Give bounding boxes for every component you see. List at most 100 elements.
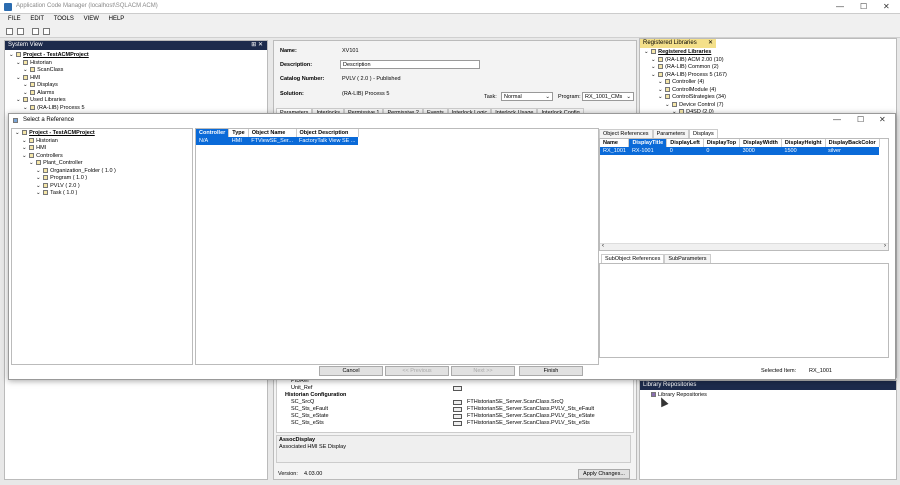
menu-view[interactable]: VIEW: [84, 16, 99, 22]
parameter-row[interactable]: SC_SrcQ FTHistorianSE_Server.ScanClass.Sr…: [277, 399, 633, 406]
dialog-maximize-button[interactable]: ☐: [857, 115, 864, 124]
tree-item[interactable]: ⌄ Organization_Folder ( 1.0 ): [15, 167, 189, 176]
expand-arrow-icon[interactable]: ⌄: [665, 102, 671, 108]
tree-item[interactable]: ⌄ Device Control (7): [644, 101, 892, 110]
tree-item[interactable]: ⌄ ScanClass: [9, 67, 263, 75]
expand-arrow-icon[interactable]: ⌄: [9, 52, 15, 58]
column-header[interactable]: Name: [600, 139, 630, 147]
table-row[interactable]: RX_1001 RX-1001 0 0 3000 1500 silver: [600, 147, 880, 155]
tab[interactable]: Object References: [599, 129, 653, 138]
column-header[interactable]: Object Description: [296, 129, 359, 137]
registered-libraries-tab[interactable]: Registered Libraries ✕: [640, 39, 716, 48]
dialog-minimize-button[interactable]: —: [833, 115, 841, 124]
column-header[interactable]: DisplayTitle: [628, 139, 668, 147]
expand-arrow-icon[interactable]: ⌄: [22, 145, 28, 151]
parameter-row[interactable]: SC_Sts_eFault FTHistorianSE_Server.ScanCl…: [277, 406, 633, 413]
expand-arrow-icon[interactable]: ⌄: [15, 130, 21, 136]
tree-item[interactable]: ⌄ ControlModule (4): [644, 86, 892, 95]
tree-item[interactable]: ⌄ (RA-LIB) ACM 2.00 (10): [644, 56, 892, 65]
column-header[interactable]: DisplayHeight: [781, 139, 826, 147]
expand-arrow-icon[interactable]: ⌄: [36, 175, 42, 181]
library-repositories-item[interactable]: Library Repositories: [640, 390, 896, 402]
tree-item[interactable]: ⌄ Registered Libraries: [644, 49, 892, 57]
next-button[interactable]: Next >>: [451, 366, 515, 376]
table-row[interactable]: N/A HMI FTViewSE_Ser... FactoryTalk View SE…: [196, 137, 359, 145]
tree-item[interactable]: ⌄ (RA-LIB) Common (2): [644, 64, 892, 72]
parameter-row[interactable]: Historian Configuration: [277, 392, 633, 399]
minimize-button[interactable]: —: [836, 2, 844, 11]
column-header[interactable]: DisplayWidth: [739, 139, 782, 147]
menu-help[interactable]: HELP: [109, 16, 125, 22]
tree-item[interactable]: ⌄ HMI: [9, 74, 263, 83]
column-header[interactable]: Object Name: [248, 129, 297, 137]
tree-item[interactable]: ⌄ Program ( 1.0 ): [15, 175, 189, 183]
browse-button[interactable]: [453, 400, 462, 405]
expand-arrow-icon[interactable]: ⌄: [651, 57, 657, 63]
tab[interactable]: SubParameters: [664, 254, 711, 263]
copy-icon[interactable]: [32, 28, 39, 35]
tree-item[interactable]: ⌄ Plant_Controller: [15, 160, 189, 168]
browse-button[interactable]: [453, 407, 462, 412]
paste-icon[interactable]: [43, 28, 50, 35]
tree-item[interactable]: ⌄ (RA-LIB) Process 5: [9, 104, 263, 113]
expand-arrow-icon[interactable]: ⌄: [23, 82, 29, 88]
column-header[interactable]: DisplayBackColor: [825, 139, 880, 147]
cancel-button[interactable]: Cancel: [319, 366, 383, 376]
expand-arrow-icon[interactable]: ⌄: [16, 75, 22, 81]
expand-arrow-icon[interactable]: ⌄: [658, 79, 664, 85]
browse-button[interactable]: [453, 414, 462, 419]
close-button[interactable]: ✕: [883, 2, 890, 11]
task-select[interactable]: Normal ⌄: [501, 92, 553, 101]
tree-item[interactable]: ⌄ (RA-LIB) Process 5 (167): [644, 71, 892, 80]
expand-arrow-icon[interactable]: ⌄: [644, 49, 650, 55]
menu-edit[interactable]: EDIT: [30, 16, 44, 22]
tree-item[interactable]: ⌄ HMI: [15, 145, 189, 153]
expand-arrow-icon[interactable]: ⌄: [16, 97, 22, 103]
expand-arrow-icon[interactable]: ⌄: [36, 190, 42, 196]
apply-changes-button[interactable]: Apply Changes...: [578, 469, 630, 479]
column-header[interactable]: Controller: [196, 129, 230, 137]
parameter-row[interactable]: SC_Sts_eSts FTHistorianSE_Server.ScanClas…: [277, 420, 633, 427]
browse-button[interactable]: [453, 386, 462, 391]
dialog-close-button[interactable]: ✕: [879, 115, 886, 124]
horizontal-scrollbar[interactable]: ‹ ›: [600, 243, 888, 250]
expand-arrow-icon[interactable]: ⌄: [23, 105, 29, 111]
expand-arrow-icon[interactable]: ⌄: [16, 60, 22, 66]
description-field[interactable]: Description: [340, 60, 480, 69]
finish-button[interactable]: Finish: [519, 366, 583, 376]
expand-arrow-icon[interactable]: ⌄: [36, 183, 42, 189]
expand-arrow-icon[interactable]: ⌄: [22, 138, 28, 144]
tree-item[interactable]: ⌄ Controller (4): [644, 79, 892, 87]
program-select[interactable]: RX_1001_CMs ⌄: [582, 92, 634, 101]
tree-item[interactable]: ⌄ Displays: [9, 82, 263, 90]
tree-item[interactable]: ⌄ Project - TestACMProject: [15, 130, 189, 138]
tree-item[interactable]: ⌄ Task ( 1.0 ): [15, 190, 189, 198]
expand-arrow-icon[interactable]: ⌄: [651, 64, 657, 70]
parameter-row[interactable]: Unit_Ref: [277, 385, 633, 392]
column-header[interactable]: DisplayLeft: [666, 139, 704, 147]
tree-item[interactable]: ⌄ PVLV ( 2.0 ): [15, 182, 189, 191]
tree-item[interactable]: ⌄ Historian: [15, 137, 189, 146]
tab[interactable]: SubObject References: [601, 254, 665, 263]
panel-pin-icon[interactable]: ⊞ ✕: [251, 41, 263, 50]
save-icon[interactable]: [17, 28, 24, 35]
scroll-right-icon[interactable]: ›: [884, 243, 886, 249]
close-icon[interactable]: ✕: [708, 39, 713, 48]
maximize-button[interactable]: ☐: [860, 2, 867, 11]
tab[interactable]: Parameters: [652, 129, 689, 138]
previous-button[interactable]: << Previous: [385, 366, 449, 376]
tree-item[interactable]: ⌄ Controllers: [15, 152, 189, 161]
expand-arrow-icon[interactable]: ⌄: [23, 67, 29, 73]
expand-arrow-icon[interactable]: ⌄: [22, 153, 28, 159]
new-icon[interactable]: [6, 28, 13, 35]
expand-arrow-icon[interactable]: ⌄: [29, 160, 35, 166]
expand-arrow-icon[interactable]: ⌄: [23, 90, 29, 96]
tree-item[interactable]: ⌄ Alarms: [9, 89, 263, 98]
parameter-row[interactable]: SC_Sts_eState FTHistorianSE_Server.ScanCl…: [277, 413, 633, 420]
tree-item[interactable]: ⌄ Project - TestACMProject: [9, 52, 263, 60]
menu-tools[interactable]: TOOLS: [54, 16, 74, 22]
tree-item[interactable]: ⌄ ControlStrategies (34): [644, 94, 892, 102]
menu-file[interactable]: FILE: [8, 16, 21, 22]
expand-arrow-icon[interactable]: ⌄: [658, 94, 664, 100]
expand-arrow-icon[interactable]: ⌄: [658, 87, 664, 93]
